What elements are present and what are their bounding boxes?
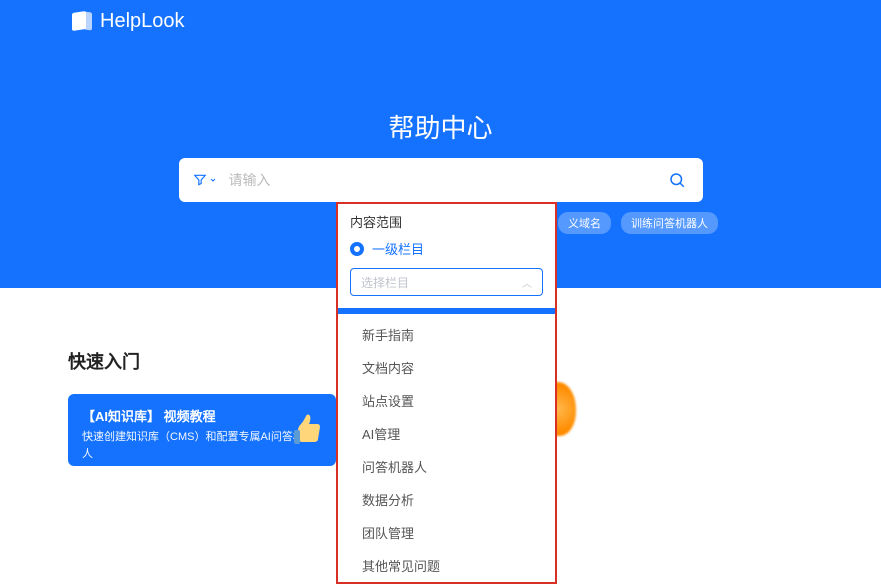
tag-item[interactable]: 训练问答机器人: [621, 212, 718, 234]
select-placeholder: 选择栏目: [361, 274, 409, 291]
list-item[interactable]: 问答机器人: [338, 450, 555, 483]
list-item[interactable]: AI管理: [338, 417, 555, 450]
option-list: 新手指南 文档内容 站点设置 AI管理 问答机器人 数据分析 团队管理 其他常见…: [338, 318, 555, 582]
brand-logo[interactable]: HelpLook: [72, 10, 185, 33]
search-input[interactable]: [229, 172, 653, 188]
list-item[interactable]: 新手指南: [338, 318, 555, 351]
list-item[interactable]: 其他常见问题: [338, 549, 555, 582]
card-title: 【AI知识库】 视频教程: [82, 406, 322, 425]
card-desc: 快速创建知识库（CMS）和配置专属AI问答机器人: [82, 429, 322, 462]
column-select[interactable]: 选择栏目 ︿: [350, 268, 543, 296]
list-item[interactable]: 文档内容: [338, 351, 555, 384]
filter-dropdown-panel: 内容范围 一级栏目 选择栏目 ︿ 新手指南 文档内容 站点设置 AI管理 问答机…: [336, 202, 557, 584]
list-item[interactable]: 团队管理: [338, 516, 555, 549]
list-item[interactable]: 站点设置: [338, 384, 555, 417]
search-box: [179, 158, 703, 202]
quickstart-card[interactable]: 【AI知识库】 视频教程 快速创建知识库（CMS）和配置专属AI问答机器人: [68, 394, 336, 466]
tag-item[interactable]: 义域名: [558, 212, 611, 234]
search-container: [179, 158, 703, 202]
thumbs-up-icon: [290, 412, 326, 448]
search-icon[interactable]: [665, 168, 689, 192]
scope-label: 内容范围: [350, 212, 543, 231]
page-title: 帮助中心: [388, 108, 492, 145]
radio-checked-icon: [350, 242, 364, 256]
chevron-up-icon: ︿: [522, 275, 532, 290]
filter-icon[interactable]: [193, 173, 217, 187]
radio-label: 一级栏目: [372, 239, 424, 258]
book-icon: [72, 12, 92, 32]
hot-tags: 义域名 训练问答机器人: [558, 212, 718, 234]
divider-bar: [338, 308, 555, 314]
logo-text: HelpLook: [100, 10, 185, 33]
radio-option[interactable]: 一级栏目: [350, 239, 543, 258]
